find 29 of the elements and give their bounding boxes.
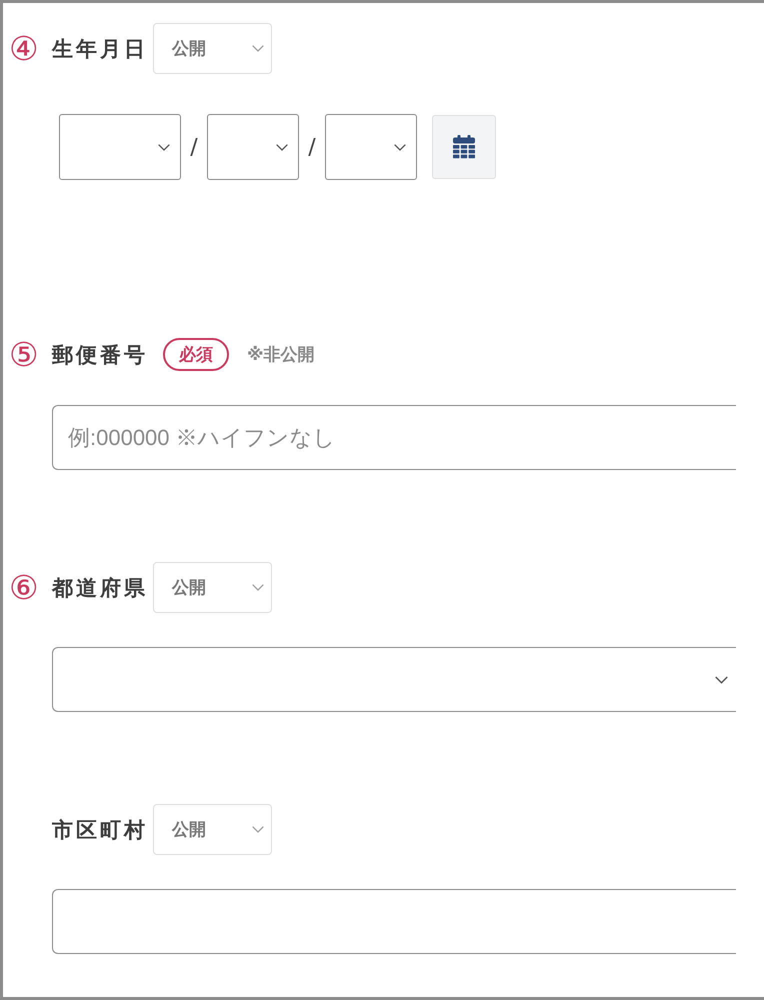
chevron-down-icon xyxy=(252,45,264,52)
date-dropdown[interactable] xyxy=(207,114,299,180)
chevron-down-icon xyxy=(252,826,264,833)
field-label: 郵便番号 xyxy=(52,342,148,368)
step-number: ⑥ xyxy=(9,571,39,604)
chevron-down-icon xyxy=(252,584,264,591)
date-separator: / xyxy=(189,134,199,160)
chevron-down-icon xyxy=(715,676,728,684)
step-number: ⑤ xyxy=(9,338,39,371)
calendar-icon xyxy=(453,135,475,159)
visibility-dropdown[interactable]: 公開 xyxy=(153,23,272,74)
text-input-field[interactable] xyxy=(52,889,736,954)
note-text: ※非公開 xyxy=(247,344,315,366)
chevron-down-icon xyxy=(276,144,288,150)
date-dropdown[interactable] xyxy=(59,114,181,180)
dropdown-field[interactable] xyxy=(52,647,736,712)
chevron-down-icon xyxy=(158,144,170,150)
field-label: 市区町村 xyxy=(52,816,148,844)
calendar-button[interactable] xyxy=(432,115,496,179)
step-number: ④ xyxy=(9,32,39,65)
chevron-down-icon xyxy=(394,144,406,150)
text-input-field[interactable]: 例:000000 ※ハイフンなし xyxy=(52,405,736,470)
visibility-dropdown[interactable]: 公開 xyxy=(153,804,272,855)
required-badge: 必須 xyxy=(163,338,229,371)
date-separator: / xyxy=(307,134,317,160)
visibility-dropdown[interactable]: 公開 xyxy=(153,562,272,613)
date-dropdown[interactable] xyxy=(325,114,417,180)
field-label: 都道府県 xyxy=(52,574,148,602)
field-label: 生年月日 xyxy=(52,36,148,62)
